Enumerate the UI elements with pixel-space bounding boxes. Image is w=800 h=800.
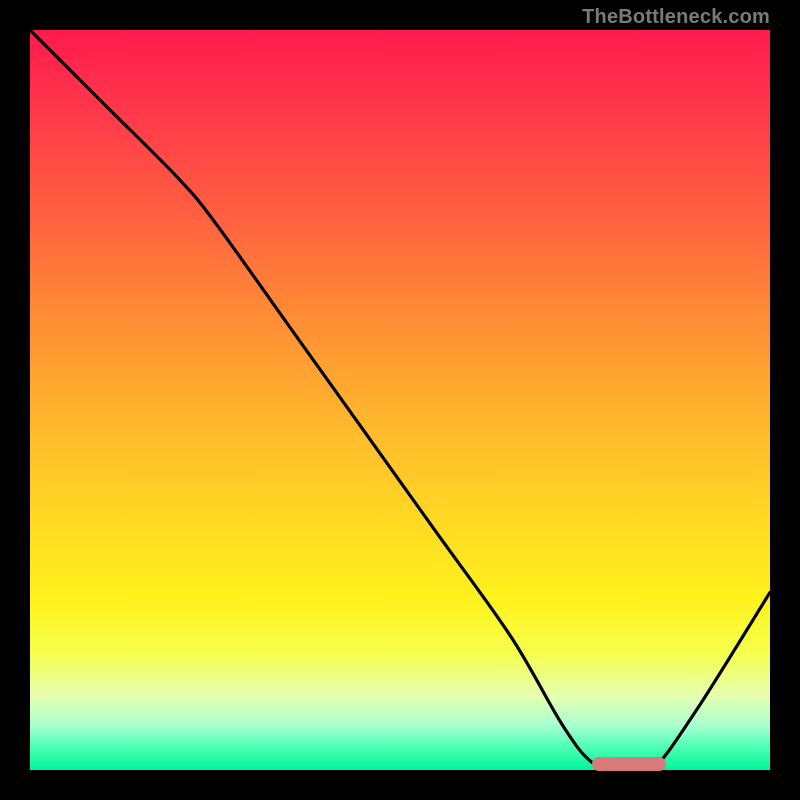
chart-stage: TheBottleneck.com: [0, 0, 800, 800]
bottleneck-curve: [30, 30, 770, 770]
plot-area: [30, 30, 770, 770]
watermark-text: TheBottleneck.com: [582, 6, 770, 29]
curve-path: [30, 30, 770, 775]
optimal-range-marker: [592, 757, 666, 771]
